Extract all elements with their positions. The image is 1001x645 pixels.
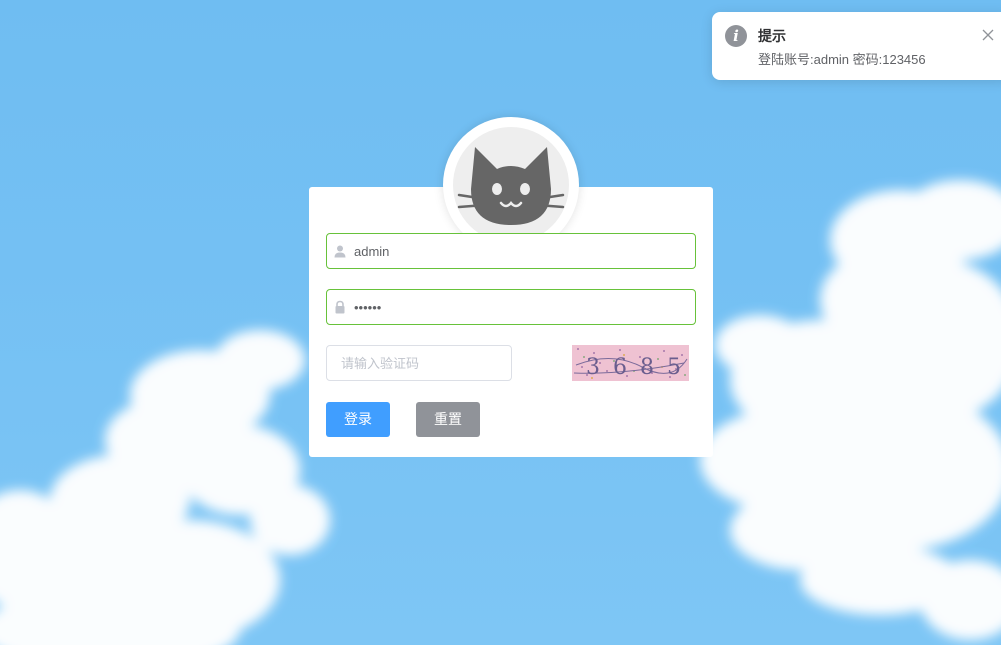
password-input[interactable] [327, 290, 695, 324]
login-button[interactable]: 登录 [326, 402, 390, 437]
username-field[interactable] [326, 233, 696, 269]
password-field[interactable] [326, 289, 696, 325]
username-input[interactable] [327, 234, 695, 268]
captcha-text: 3685 [586, 355, 689, 380]
cat-avatar-image [453, 127, 569, 243]
captcha-field[interactable] [326, 345, 512, 381]
info-icon: i [725, 25, 747, 47]
close-icon[interactable] [980, 27, 996, 43]
notification: i 提示 登陆账号:admin 密码:123456 [712, 12, 1001, 80]
notification-message: 登陆账号:admin 密码:123456 [758, 52, 926, 67]
reset-button[interactable]: 重置 [416, 402, 480, 437]
cat-icon [457, 147, 565, 225]
captcha-image[interactable]: 3685 [572, 345, 689, 381]
login-page: i 提示 登陆账号:admin 密码:123456 admin •••••• 请… [0, 0, 1001, 645]
notification-title: 提示 [758, 28, 786, 44]
captcha-input[interactable] [327, 346, 511, 380]
captcha-graphic: 3685 [573, 348, 689, 380]
